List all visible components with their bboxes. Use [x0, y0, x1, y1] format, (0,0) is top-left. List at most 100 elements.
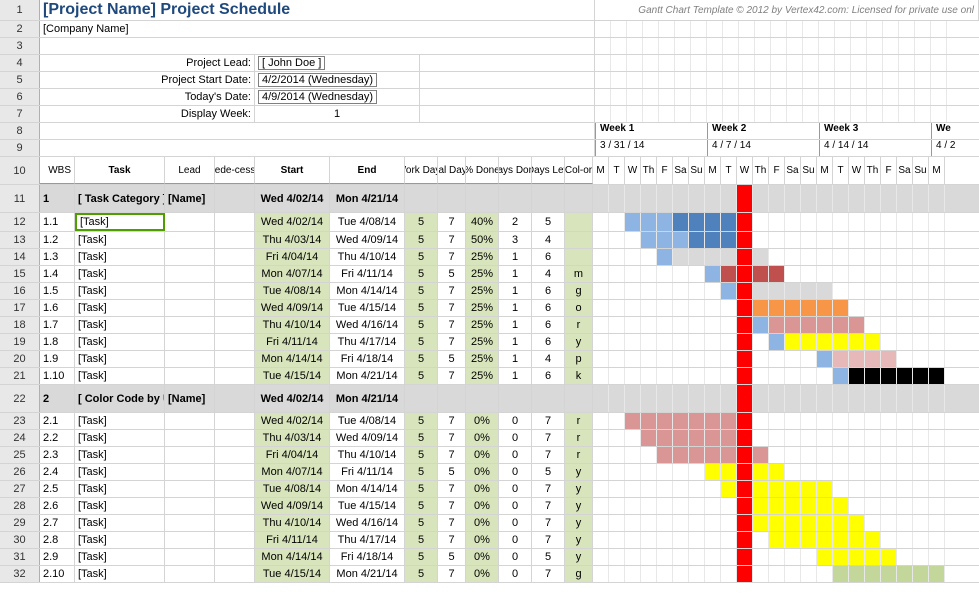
- task-workdays[interactable]: 5: [405, 266, 438, 282]
- task-caldays[interactable]: 7: [438, 232, 466, 248]
- row-number[interactable]: 2: [0, 21, 40, 37]
- task-wbs[interactable]: 2.4: [40, 464, 75, 480]
- task-daysleft[interactable]: 6: [532, 334, 565, 350]
- task-wbs[interactable]: 1.7: [40, 317, 75, 333]
- task-workdays[interactable]: 5: [405, 566, 438, 582]
- task-end[interactable]: Fri 4/18/14: [330, 351, 405, 367]
- task-workdays[interactable]: 5: [405, 498, 438, 514]
- task-workdays[interactable]: 5: [405, 213, 438, 231]
- task-daysdone[interactable]: 3: [499, 232, 532, 248]
- task-wbs[interactable]: 1.3: [40, 249, 75, 265]
- cat-start[interactable]: Wed 4/02/14: [255, 385, 330, 412]
- task-workdays[interactable]: 5: [405, 549, 438, 565]
- task-wbs[interactable]: 2.3: [40, 447, 75, 463]
- task-color[interactable]: y: [565, 334, 593, 350]
- task-workdays[interactable]: 5: [405, 430, 438, 446]
- row-number[interactable]: 24: [0, 430, 40, 446]
- task-color[interactable]: [565, 213, 593, 231]
- task-caldays[interactable]: 7: [438, 430, 466, 446]
- task-color[interactable]: y: [565, 532, 593, 548]
- row-number[interactable]: 23: [0, 413, 40, 429]
- task-color[interactable]: [565, 249, 593, 265]
- task-daysdone[interactable]: 1: [499, 266, 532, 282]
- col-task[interactable]: Task: [75, 157, 165, 184]
- task-start[interactable]: Tue 4/08/14: [255, 283, 330, 299]
- task-name[interactable]: [Task]: [75, 430, 165, 446]
- task-workdays[interactable]: 5: [405, 447, 438, 463]
- task-color[interactable]: g: [565, 283, 593, 299]
- cat-wbs[interactable]: 1: [40, 185, 75, 212]
- task-wbs[interactable]: 2.6: [40, 498, 75, 514]
- task-name[interactable]: [Task]: [75, 300, 165, 316]
- task-daysleft[interactable]: 7: [532, 498, 565, 514]
- task-daysleft[interactable]: 7: [532, 430, 565, 446]
- task-caldays[interactable]: 5: [438, 351, 466, 367]
- row-number[interactable]: 17: [0, 300, 40, 316]
- task-wbs[interactable]: 2.1: [40, 413, 75, 429]
- task-name[interactable]: [Task]: [75, 351, 165, 367]
- col-dd[interactable]: Days Done: [499, 157, 532, 184]
- task-daysleft[interactable]: 4: [532, 232, 565, 248]
- task-daysleft[interactable]: 6: [532, 249, 565, 265]
- task-workdays[interactable]: 5: [405, 351, 438, 367]
- task-start[interactable]: Thu 4/10/14: [255, 317, 330, 333]
- row-number[interactable]: 18: [0, 317, 40, 333]
- row-number[interactable]: 4: [0, 55, 40, 71]
- task-end[interactable]: Wed 4/16/14: [330, 317, 405, 333]
- task-daysleft[interactable]: 6: [532, 283, 565, 299]
- task-name[interactable]: [Task]: [75, 498, 165, 514]
- task-wbs[interactable]: 1.2: [40, 232, 75, 248]
- row-number[interactable]: 15: [0, 266, 40, 282]
- task-name[interactable]: [Task]: [75, 334, 165, 350]
- task-name[interactable]: [Task]: [75, 566, 165, 582]
- task-daysdone[interactable]: 1: [499, 317, 532, 333]
- task-pctdone[interactable]: 0%: [466, 464, 499, 480]
- task-daysdone[interactable]: 0: [499, 515, 532, 531]
- task-color[interactable]: r: [565, 430, 593, 446]
- cat-wbs[interactable]: 2: [40, 385, 75, 412]
- row-number[interactable]: 1: [0, 0, 40, 20]
- task-color[interactable]: r: [565, 413, 593, 429]
- task-wbs[interactable]: 2.8: [40, 532, 75, 548]
- task-start[interactable]: Mon 4/07/14: [255, 464, 330, 480]
- task-caldays[interactable]: 7: [438, 515, 466, 531]
- task-pctdone[interactable]: 25%: [466, 283, 499, 299]
- cat-lead[interactable]: [Name]: [165, 185, 215, 212]
- task-daysdone[interactable]: 1: [499, 249, 532, 265]
- task-color[interactable]: m: [565, 266, 593, 282]
- task-name[interactable]: [Task]: [75, 368, 165, 384]
- row-number[interactable]: 16: [0, 283, 40, 299]
- task-end[interactable]: Tue 4/15/14: [330, 300, 405, 316]
- task-name[interactable]: [Task]: [75, 249, 165, 265]
- task-pctdone[interactable]: 40%: [466, 213, 499, 231]
- row-number[interactable]: 28: [0, 498, 40, 514]
- task-caldays[interactable]: 5: [438, 266, 466, 282]
- task-daysdone[interactable]: 0: [499, 566, 532, 582]
- col-wd[interactable]: Work Days: [405, 157, 438, 184]
- task-end[interactable]: Wed 4/09/14: [330, 430, 405, 446]
- task-end[interactable]: Mon 4/14/14: [330, 283, 405, 299]
- task-pctdone[interactable]: 0%: [466, 430, 499, 446]
- row-number[interactable]: 32: [0, 566, 40, 582]
- task-daysdone[interactable]: 0: [499, 447, 532, 463]
- col-lead[interactable]: Lead: [165, 157, 215, 184]
- task-end[interactable]: Mon 4/21/14: [330, 566, 405, 582]
- task-start[interactable]: Thu 4/03/14: [255, 430, 330, 446]
- task-end[interactable]: Tue 4/08/14: [330, 213, 405, 231]
- task-start[interactable]: Tue 4/08/14: [255, 481, 330, 497]
- col-pd[interactable]: % Done: [466, 157, 499, 184]
- task-color[interactable]: y: [565, 549, 593, 565]
- start-value[interactable]: 4/2/2014 (Wednesday): [255, 72, 420, 88]
- task-color[interactable]: k: [565, 368, 593, 384]
- task-end[interactable]: Mon 4/21/14: [330, 368, 405, 384]
- task-color[interactable]: y: [565, 464, 593, 480]
- task-workdays[interactable]: 5: [405, 532, 438, 548]
- task-color[interactable]: y: [565, 498, 593, 514]
- task-daysleft[interactable]: 7: [532, 532, 565, 548]
- task-daysleft[interactable]: 7: [532, 515, 565, 531]
- task-workdays[interactable]: 5: [405, 317, 438, 333]
- task-daysdone[interactable]: 1: [499, 351, 532, 367]
- task-pctdone[interactable]: 0%: [466, 532, 499, 548]
- row-number[interactable]: 10: [0, 157, 40, 184]
- task-caldays[interactable]: 7: [438, 498, 466, 514]
